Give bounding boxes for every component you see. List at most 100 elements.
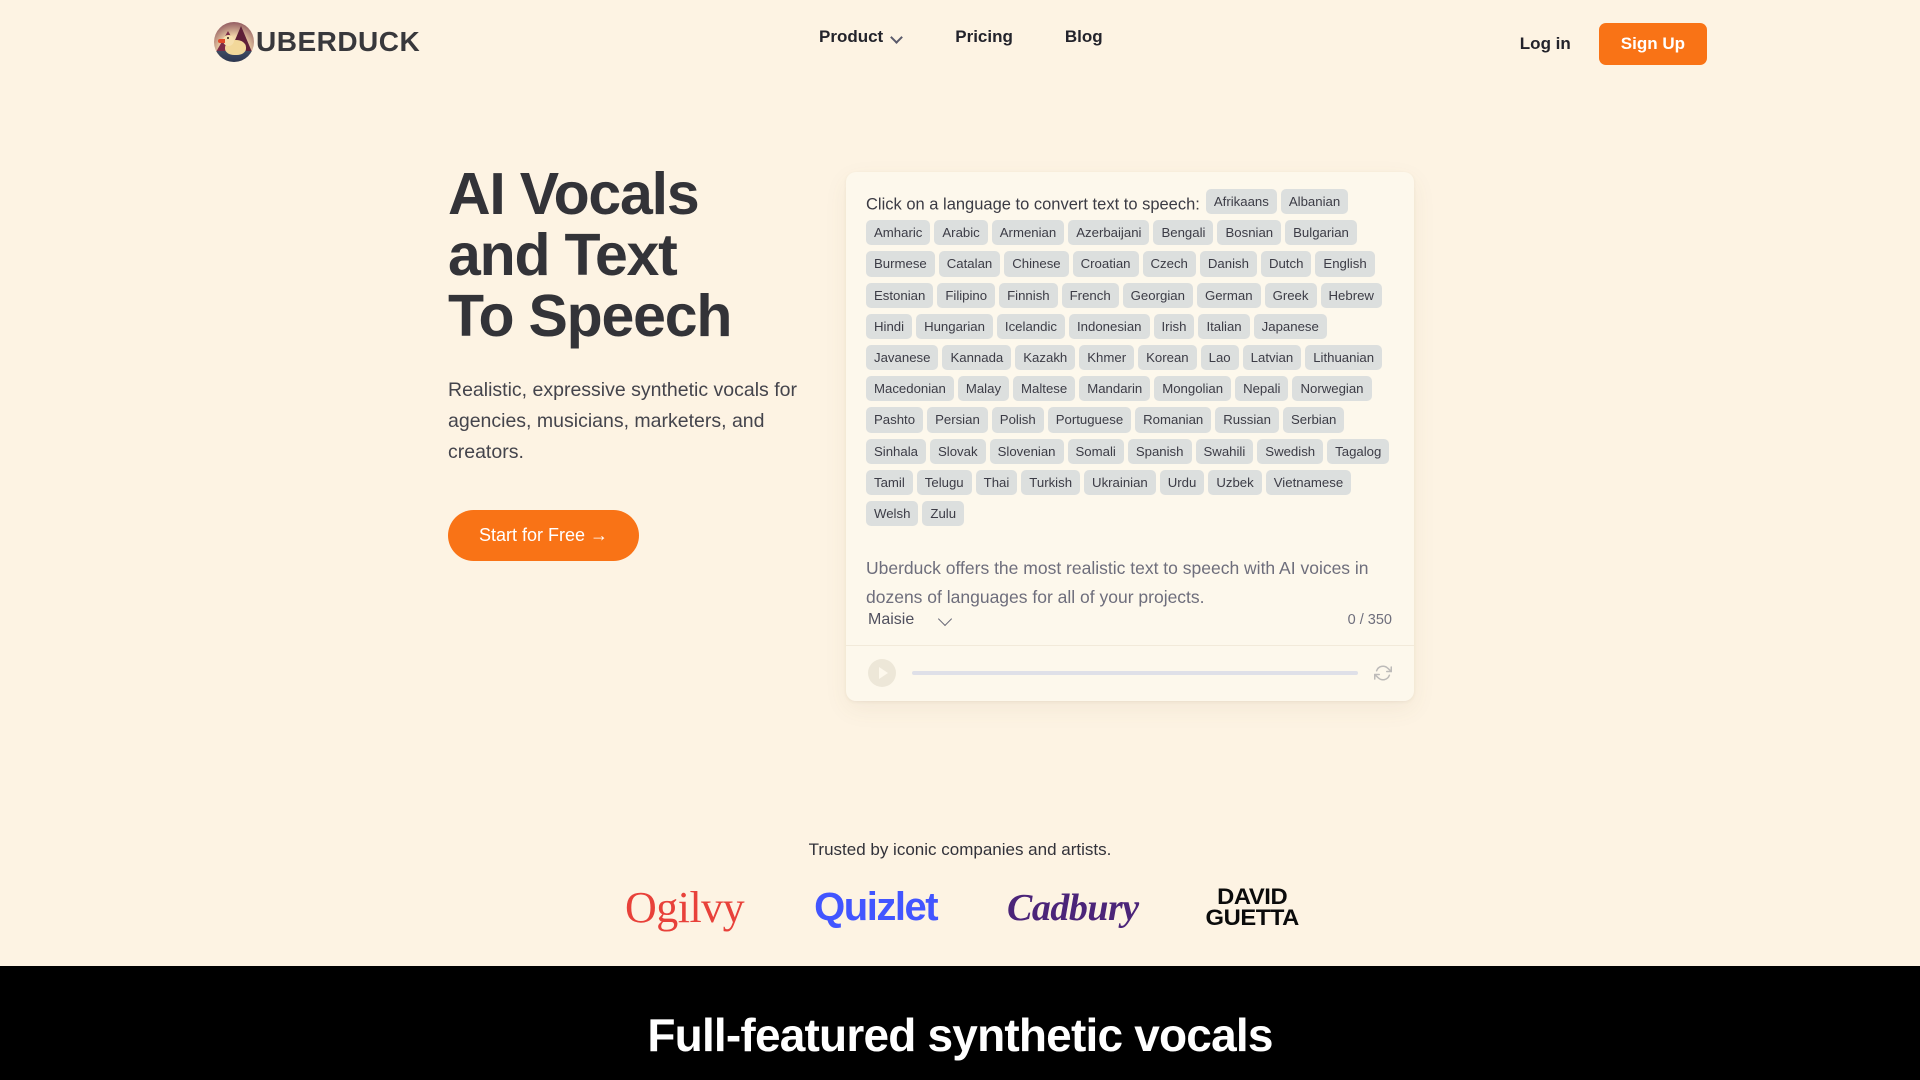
language-tag[interactable]: Macedonian — [866, 376, 954, 402]
language-tag[interactable]: Maltese — [1013, 376, 1076, 402]
language-tag[interactable]: Estonian — [866, 282, 934, 308]
tts-card-body: Click on a language to convert text to s… — [846, 172, 1414, 611]
play-icon[interactable] — [868, 658, 896, 687]
language-tag[interactable]: Mandarin — [1079, 376, 1151, 402]
language-tag[interactable]: Malay — [957, 376, 1010, 402]
nav-item-pricing[interactable]: Pricing — [955, 27, 1013, 47]
language-tag[interactable]: Bulgarian — [1285, 220, 1357, 246]
language-tag[interactable]: Lithuanian — [1305, 345, 1383, 371]
language-tag[interactable]: Arabic — [934, 220, 988, 246]
chevron-down-icon — [892, 32, 903, 43]
trusted-by-heading: Trusted by iconic companies and artists. — [808, 840, 1112, 859]
audio-player — [846, 644, 1414, 701]
language-tag[interactable]: French — [1061, 282, 1119, 308]
top-navbar: UBERDUCK Product Pricing Blog Log in Sig… — [0, 0, 1920, 86]
language-tag[interactable]: Polish — [991, 407, 1044, 433]
login-link[interactable]: Log in — [1520, 34, 1571, 54]
nav-item-product[interactable]: Product — [819, 27, 903, 47]
language-tag[interactable]: Bosnian — [1217, 220, 1282, 246]
language-tag[interactable]: Croatian — [1072, 251, 1139, 277]
brand-wordmark: UBERDUCK — [256, 26, 421, 57]
language-tag[interactable]: Somali — [1067, 438, 1124, 464]
voice-selector[interactable]: Maisie — [868, 611, 953, 629]
features-heading: Full-featured synthetic vocals — [647, 1009, 1273, 1061]
start-for-free-button[interactable]: Start for Free → — [448, 509, 640, 561]
language-tag[interactable]: Nepali — [1235, 376, 1289, 402]
language-tag[interactable]: Khmer — [1079, 345, 1135, 371]
language-tag[interactable]: Lao — [1200, 345, 1239, 371]
language-tag[interactable]: Hungarian — [916, 313, 993, 340]
cadbury-logo: Cadbury — [1007, 886, 1139, 929]
language-tag[interactable]: Dutch — [1260, 251, 1312, 277]
language-tag[interactable]: Welsh — [866, 501, 919, 527]
language-tag[interactable]: Korean — [1138, 345, 1197, 371]
language-tag[interactable]: Thai — [975, 469, 1018, 496]
language-tag[interactable]: Catalan — [938, 251, 1001, 277]
language-tag[interactable]: Albanian — [1280, 189, 1349, 215]
language-tag[interactable]: Ukrainian — [1084, 469, 1156, 496]
brand-logo[interactable]: UBERDUCK — [214, 22, 420, 62]
hero-title: AI Vocals and Text To Speech — [448, 161, 732, 349]
language-tag[interactable]: Chinese — [1004, 251, 1069, 277]
language-tag[interactable]: Zulu — [922, 501, 965, 527]
language-tag[interactable]: English — [1315, 251, 1375, 277]
language-tag[interactable]: Serbian — [1282, 407, 1345, 433]
language-tag[interactable]: Swahili — [1195, 438, 1254, 464]
nav-item-product-label: Product — [819, 27, 884, 46]
language-tag[interactable]: Turkish — [1021, 469, 1081, 496]
landing-page: UBERDUCK Product Pricing Blog Log in Sig… — [0, 0, 1920, 1080]
language-tag[interactable]: Armenian — [991, 220, 1065, 246]
refresh-icon[interactable] — [1374, 664, 1392, 682]
language-tag[interactable]: Finnish — [999, 282, 1058, 308]
language-tag[interactable]: Portuguese — [1047, 407, 1132, 433]
tts-text-input[interactable]: Uberduck offers the most realistic text … — [866, 554, 1394, 611]
language-tag[interactable]: Filipino — [937, 282, 996, 308]
language-tag[interactable]: Persian — [927, 407, 988, 433]
language-tag[interactable]: Icelandic — [996, 313, 1065, 340]
language-tag[interactable]: Slovenian — [989, 438, 1064, 464]
nav-item-blog[interactable]: Blog — [1065, 27, 1103, 47]
language-tag[interactable]: Hindi — [866, 313, 913, 340]
audio-seek-slider[interactable] — [912, 670, 1358, 675]
language-tag[interactable]: Irish — [1153, 313, 1195, 340]
language-tag[interactable]: Telugu — [916, 469, 972, 496]
language-tag[interactable]: Urdu — [1159, 469, 1205, 496]
language-tag[interactable]: Afrikaans — [1205, 189, 1277, 215]
language-tag[interactable]: Norwegian — [1292, 376, 1372, 402]
features-dark-section: Full-featured synthetic vocals — [0, 966, 1920, 1080]
language-tag[interactable]: Greek — [1264, 282, 1317, 308]
language-tag[interactable]: Tamil — [866, 469, 913, 496]
language-tag[interactable]: Romanian — [1135, 407, 1212, 433]
language-tag[interactable]: Bengali — [1153, 220, 1214, 246]
language-tag[interactable]: Latvian — [1242, 345, 1302, 371]
chevron-down-icon — [940, 613, 953, 626]
language-tag[interactable]: Sinhala — [866, 438, 926, 464]
language-tag[interactable]: Swedish — [1257, 438, 1324, 464]
david-guetta-logo: DAVID GUETTA — [1205, 886, 1299, 928]
language-tag[interactable]: Kannada — [942, 345, 1012, 371]
language-tag[interactable]: Italian — [1198, 313, 1250, 340]
language-tag[interactable]: Slovak — [930, 438, 986, 464]
language-tag[interactable]: Spanish — [1127, 438, 1192, 464]
language-tag[interactable]: Burmese — [866, 251, 935, 277]
language-tag[interactable]: Vietnamese — [1265, 469, 1352, 496]
language-tag[interactable]: Amharic — [866, 220, 931, 246]
language-tag[interactable]: Czech — [1142, 251, 1196, 277]
language-tag[interactable]: Azerbaijani — [1068, 220, 1150, 246]
language-tag[interactable]: Indonesian — [1068, 313, 1150, 340]
signup-button[interactable]: Sign Up — [1598, 23, 1707, 65]
language-tag[interactable]: Uzbek — [1208, 469, 1262, 496]
language-picker: Click on a language to convert text to s… — [866, 189, 1394, 532]
language-tag[interactable]: German — [1196, 282, 1261, 308]
language-tag[interactable]: Mongolian — [1154, 376, 1232, 402]
quizlet-logo: Quizlet — [814, 885, 938, 929]
language-tag[interactable]: Pashto — [866, 407, 924, 433]
language-tag[interactable]: Javanese — [866, 345, 939, 371]
language-tag[interactable]: Hebrew — [1320, 282, 1382, 308]
language-tag[interactable]: Russian — [1215, 407, 1279, 433]
language-tag[interactable]: Japanese — [1253, 313, 1327, 340]
language-tag[interactable]: Danish — [1199, 251, 1257, 277]
language-tag[interactable]: Georgian — [1122, 282, 1193, 308]
language-tag[interactable]: Tagalog — [1327, 438, 1390, 464]
language-tag[interactable]: Kazakh — [1015, 345, 1076, 371]
